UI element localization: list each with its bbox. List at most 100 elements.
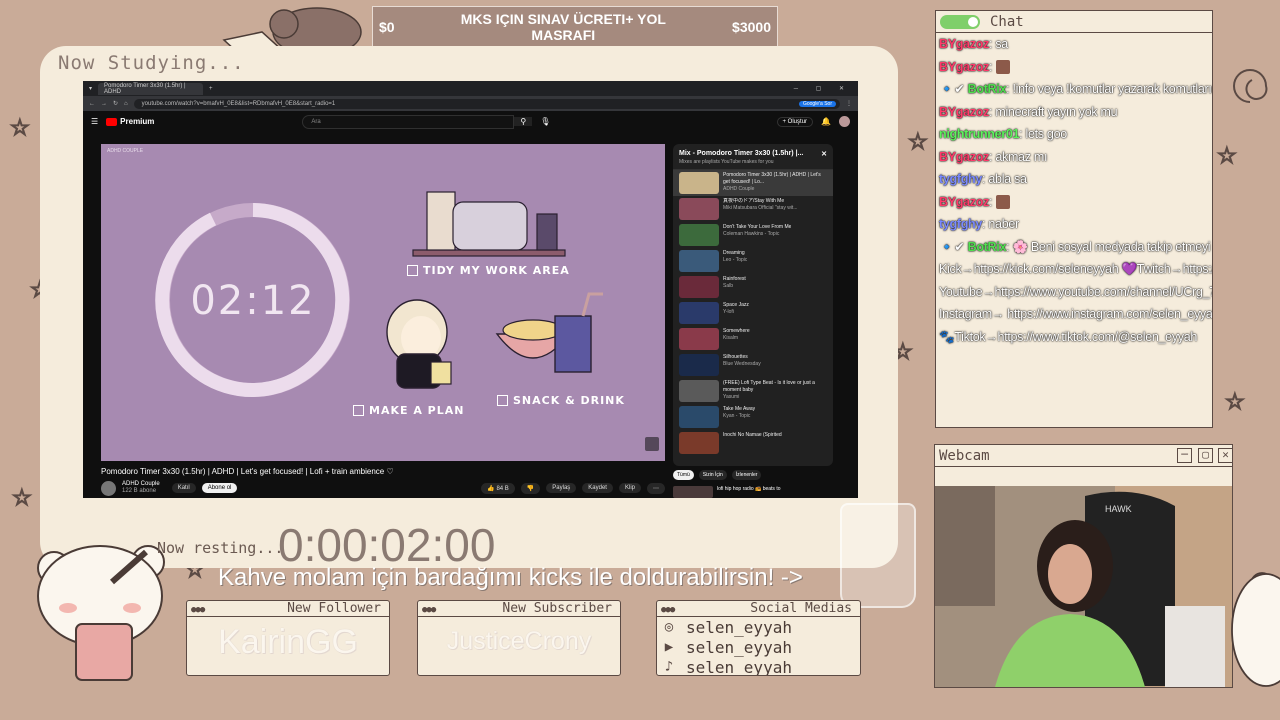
playlist-thumbnail	[679, 354, 719, 376]
playlist-item-title: (FREE) Lofi Type Beat - Is it love or ju…	[723, 380, 815, 393]
playlist-thumbnail	[679, 380, 719, 402]
chat-message: BYgazoz: sa	[936, 33, 1212, 56]
next-related-item[interactable]: lofi hip hop radio 📻 beats to	[673, 486, 781, 498]
minimize-icon: ─	[1177, 448, 1192, 463]
social-handle: selen_eyyah	[686, 617, 792, 637]
new-tab-icon[interactable]: +	[209, 86, 213, 92]
hamburger-menu-icon[interactable]: ☰	[91, 117, 98, 126]
social-row-instagram: ◎ selen_eyyah	[657, 617, 860, 637]
join-button[interactable]: Katıl	[171, 483, 196, 493]
chat-text: : 🌸 Beni sosyal medyada takip etmeyi unu…	[1006, 239, 1212, 254]
new-follower-name: KairinGG	[218, 623, 358, 661]
clip-button[interactable]: Klip	[618, 483, 641, 493]
chip-watched[interactable]: İzlenenler	[731, 470, 762, 480]
chip-all[interactable]: Tümü	[673, 470, 694, 480]
playlist-item-title: Pomodoro Timer 3x30 (1.5hr) | ADHD | Let…	[723, 172, 821, 185]
emote-icon	[996, 195, 1011, 210]
microphone-icon[interactable]: 🎙	[540, 117, 550, 126]
chat-toggle-icon	[940, 14, 980, 29]
bot-badge-icon: 🔹✔	[939, 82, 968, 96]
close-icon[interactable]: ✕	[821, 150, 827, 158]
google-ask-button[interactable]: Google'a Sor	[798, 100, 836, 107]
dislike-button[interactable]: 👎	[520, 482, 541, 494]
playlist-thumbnail	[679, 302, 719, 324]
chat-text: :	[989, 194, 993, 209]
playlist-item[interactable]: Take Me Away Kyan - Topic	[673, 404, 833, 430]
window-dots-icon: ●●●	[191, 605, 205, 615]
chat-text: : lets goo	[1019, 127, 1067, 141]
task-label: MAKE A PLAN	[369, 404, 465, 417]
back-icon[interactable]: ←	[89, 101, 95, 107]
playlist-item[interactable]: Pomodoro Timer 3x30 (1.5hr) | ADHD | Let…	[673, 170, 833, 196]
playlist-item[interactable]: Don't Take Your Love From Me Coleman Hawk…	[673, 222, 833, 248]
box-label: New Follower	[287, 601, 381, 616]
video-player[interactable]: ADHD COUPLE 02:12 TIDY MY WORK AREA MAKE…	[101, 144, 665, 461]
create-button[interactable]: + Oluştur	[776, 116, 814, 127]
browser-tab[interactable]: Pomodoro Timer 3x30 (1.5hr) | ADHD	[98, 82, 204, 95]
social-handle: selen_eyyah	[686, 637, 792, 657]
webcam-title: Webcam	[939, 447, 990, 464]
playlist-item-title: Don't Take Your Love From Me	[723, 224, 792, 230]
notifications-bell-icon[interactable]: 🔔	[821, 117, 831, 126]
window-controls[interactable]: ─ ▢ ✕	[794, 85, 852, 92]
playlist-item[interactable]: (FREE) Lofi Type Beat - Is it love or ju…	[673, 378, 833, 404]
youtube-logo[interactable]: Premium	[106, 117, 154, 126]
chip-for-you[interactable]: Sizin İçin	[698, 470, 727, 480]
chat-message: tygfghy: abla sa	[936, 168, 1212, 191]
channel-avatar[interactable]	[101, 480, 116, 496]
playlist-item-title: 真夜中のドア/Stay With Me	[723, 198, 785, 204]
goal-title: MKS IÇIN SINAV ÜCRETI+ YOL MASRAFI	[460, 10, 666, 43]
playlist-thumbnail	[679, 224, 719, 246]
window-dots-icon: ●●●	[661, 605, 675, 615]
playlist-item[interactable]: 真夜中のドア/Stay With Me Miki Matsubara Offici…	[673, 196, 833, 222]
reload-icon[interactable]: ↻	[113, 100, 118, 107]
playlist-item-artist: Kyan - Topic	[723, 413, 751, 419]
url-input[interactable]: youtube.com/watch?v=bmafvH_0E8&list=RDbm…	[133, 98, 840, 109]
channel-name[interactable]: ADHD Couple	[122, 481, 160, 488]
playlist-item[interactable]: Dreaming Leo - Topic	[673, 248, 833, 274]
chat-message: tygfghy: naber	[936, 213, 1212, 236]
playlist-item[interactable]: Rainforest Salb	[673, 274, 833, 300]
like-button[interactable]: 👍 84 B	[481, 482, 515, 494]
share-button[interactable]: Paylaş	[546, 483, 577, 493]
box-header: ●●● New Subscriber	[418, 601, 620, 617]
chat-text: : !info veya !komutlar yazarak komutları…	[1006, 82, 1212, 96]
playlist-item-text: Rainforest Salb	[723, 276, 746, 298]
playlist-item-artist: Leo - Topic	[723, 257, 748, 263]
task-label: TIDY MY WORK AREA	[423, 264, 570, 277]
playlist-item-artist: Yasumi	[723, 394, 740, 400]
chat-text: : minecraft yayın yok mu	[989, 104, 1118, 119]
account-avatar[interactable]	[839, 116, 850, 127]
snack-illustration	[495, 292, 603, 373]
chat-message: 🔹✔ BotRix: 🌸 Beni sosyal medyada takip e…	[936, 236, 1212, 259]
new-subscriber-box: ●●● New Subscriber JusticeCrony	[417, 600, 621, 676]
playlist-item[interactable]: Space Jazz Y-lofi	[673, 300, 833, 326]
star-decoration: ☆	[907, 130, 928, 155]
address-bar-row: ← → ↻ ⌂ youtube.com/watch?v=bmafvH_0E8&l…	[83, 96, 858, 111]
related-chips: Tümü Sizin İçin İzlenenler	[673, 470, 762, 480]
save-button[interactable]: Kaydet	[582, 483, 613, 493]
subscribe-button[interactable]: Abone ol	[201, 483, 238, 493]
youtube-search-input[interactable]: Ara	[302, 114, 515, 129]
playlist-subtitle: Mixes are playlists YouTube makes for yo…	[679, 159, 774, 165]
box-header: ●●● Social Medias	[657, 601, 860, 617]
forward-icon[interactable]: →	[101, 101, 107, 107]
playlist-item[interactable]: Somewhere Kisalm	[673, 326, 833, 352]
chat-username: tygfghy	[939, 172, 983, 186]
social-row-tiktok: ♪ selen_eyyah	[657, 657, 860, 676]
playlist-item[interactable]: Inochi No Namae (Spirited	[673, 430, 833, 456]
playlist-thumbnail	[679, 198, 719, 220]
chat-panel: Chat BYgazoz: sa BYgazoz: 🔹✔ BotRix: !info…	[935, 10, 1213, 428]
home-icon[interactable]: ⌂	[124, 101, 128, 107]
playlist-item-artist: ADHD Couple	[723, 186, 755, 192]
youtube-play-icon	[106, 117, 118, 126]
extensions-icon[interactable]: ⋮	[846, 100, 852, 107]
more-actions-icon[interactable]: ⋯	[647, 482, 665, 494]
desk-illustration	[412, 191, 566, 257]
related-title: lofi hip hop radio 📻 beats to	[717, 486, 781, 492]
playlist-item[interactable]: Silhouettes Blue Wednesday	[673, 352, 833, 378]
search-icon[interactable]: ⚲	[514, 117, 533, 126]
tab-menu-icon[interactable]: ▾	[89, 85, 92, 92]
related-thumbnail	[673, 486, 713, 498]
chat-message: Instagram→ https://www.instagram.com/sel…	[936, 303, 1212, 326]
